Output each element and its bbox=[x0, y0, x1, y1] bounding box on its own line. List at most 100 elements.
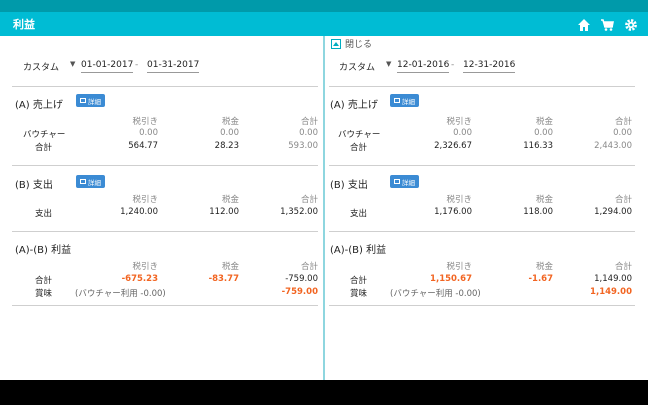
col-tax: 税金 bbox=[535, 262, 553, 272]
list-icon bbox=[80, 179, 86, 184]
date-separator: - bbox=[135, 60, 139, 70]
app-bar: 利益 bbox=[0, 12, 648, 36]
expenses-title: (B) 支出 bbox=[15, 180, 53, 191]
cell-tax: -1.67 bbox=[528, 274, 554, 284]
cell-total: 2,443.00 bbox=[594, 141, 632, 151]
divider bbox=[329, 165, 635, 166]
col-net: 税引き bbox=[446, 195, 472, 205]
close-toggle[interactable]: 閉じる bbox=[331, 37, 372, 50]
cell-net: 1,176.00 bbox=[434, 207, 472, 217]
header-row: 税引き 税金 合計 bbox=[2, 193, 318, 205]
row-label: 支出 bbox=[35, 209, 53, 219]
col-total: 合計 bbox=[614, 262, 632, 272]
cell-net: 2,326.67 bbox=[434, 141, 472, 151]
row-label: バウチャー bbox=[338, 130, 381, 140]
dropdown-caret-icon[interactable]: ▼ bbox=[70, 60, 75, 68]
divider bbox=[12, 165, 318, 166]
cell-tax: 116.33 bbox=[523, 141, 553, 151]
cell-tax: -83.77 bbox=[208, 274, 239, 284]
header-row: 税引き 税金 合計 bbox=[329, 260, 645, 272]
header-row: 税引き 税金 合計 bbox=[329, 115, 645, 127]
collapse-icon bbox=[331, 38, 341, 49]
table-row: バウチャー 0.00 0.00 0.00 bbox=[2, 128, 318, 140]
profit-title: (A)-(B) 利益 bbox=[15, 245, 72, 256]
table-row: 合計 1,150.67 -1.67 1,149.00 bbox=[329, 274, 645, 286]
row-label: バウチャー bbox=[23, 130, 66, 140]
left-panel: カスタム ▼ 01-01-2017 - 01-31-2017 (A) 売上げ 詳… bbox=[2, 36, 318, 380]
table-row: 賞味 (バウチャー利用 -0.00) 1,149.00 bbox=[329, 287, 645, 299]
expenses-detail-button[interactable]: 詳細 bbox=[390, 175, 419, 188]
table-row: 合計 564.77 28.23 593.00 bbox=[2, 141, 318, 153]
divider bbox=[329, 86, 635, 87]
close-label: 閉じる bbox=[345, 40, 373, 50]
date-range: カスタム ▼ 01-01-2017 - 01-31-2017 bbox=[23, 60, 303, 74]
range-type-select[interactable]: カスタム bbox=[339, 60, 375, 73]
header-row: 税引き 税金 合計 bbox=[329, 193, 645, 205]
date-range: カスタム ▼ 12-01-2016 - 12-31-2016 bbox=[339, 60, 619, 74]
voucher-note: (バウチャー利用 -0.00) bbox=[390, 289, 481, 299]
cell-net: 564.77 bbox=[128, 141, 158, 151]
table-row: 支出 1,240.00 112.00 1,352.00 bbox=[2, 207, 318, 219]
cell-total: 0.00 bbox=[613, 128, 632, 138]
start-date-field[interactable]: 01-01-2017 bbox=[81, 60, 134, 73]
row-label: 合計 bbox=[350, 276, 368, 286]
cell-net: 1,240.00 bbox=[120, 207, 158, 217]
cell-net: 0.00 bbox=[139, 128, 158, 138]
sales-detail-button[interactable]: 詳細 bbox=[390, 94, 419, 107]
table-row: 合計 2,326.67 116.33 2,443.00 bbox=[329, 141, 645, 153]
profit-title: (A)-(B) 利益 bbox=[330, 245, 387, 256]
row-label: 支出 bbox=[350, 209, 368, 219]
cell-total: 1,149.00 bbox=[590, 287, 632, 297]
row-label: 合計 bbox=[35, 276, 53, 286]
gear-icon[interactable] bbox=[624, 17, 638, 31]
sales-detail-button[interactable]: 詳細 bbox=[76, 94, 105, 107]
col-total: 合計 bbox=[300, 195, 318, 205]
dropdown-caret-icon[interactable]: ▼ bbox=[386, 60, 391, 68]
home-icon[interactable] bbox=[577, 17, 591, 31]
cell-net: -675.23 bbox=[121, 274, 158, 284]
col-total: 合計 bbox=[300, 117, 318, 127]
divider bbox=[329, 231, 635, 232]
cell-total: 1,149.00 bbox=[594, 274, 632, 284]
start-date-field[interactable]: 12-01-2016 bbox=[397, 60, 450, 73]
col-net: 税引き bbox=[132, 195, 158, 205]
col-net: 税引き bbox=[446, 262, 472, 272]
nav-bar bbox=[0, 380, 648, 405]
divider bbox=[12, 305, 318, 306]
detail-label: 詳細 bbox=[88, 178, 101, 187]
cell-total: 593.00 bbox=[288, 141, 318, 151]
row-label: 合計 bbox=[350, 143, 368, 153]
cell-total: 1,294.00 bbox=[594, 207, 632, 217]
col-tax: 税金 bbox=[221, 195, 239, 205]
range-type-select[interactable]: カスタム bbox=[23, 60, 59, 73]
col-total: 合計 bbox=[300, 262, 318, 272]
expenses-detail-button[interactable]: 詳細 bbox=[76, 175, 105, 188]
cart-icon[interactable] bbox=[600, 17, 614, 31]
list-icon bbox=[394, 179, 400, 184]
col-tax: 税金 bbox=[221, 262, 239, 272]
date-separator: - bbox=[451, 60, 455, 70]
status-bar bbox=[0, 0, 648, 12]
end-date-field[interactable]: 01-31-2017 bbox=[147, 60, 200, 73]
row-label: 賞味 bbox=[35, 289, 53, 299]
divider bbox=[329, 305, 635, 306]
cell-total: -759.00 bbox=[285, 274, 318, 284]
row-label: 賞味 bbox=[350, 289, 368, 299]
table-row: バウチャー 0.00 0.00 0.00 bbox=[329, 128, 645, 140]
col-tax: 税金 bbox=[221, 117, 239, 127]
app-title: 利益 bbox=[13, 18, 35, 31]
col-net: 税引き bbox=[132, 262, 158, 272]
voucher-note: (バウチャー利用 -0.00) bbox=[75, 289, 166, 299]
end-date-field[interactable]: 12-31-2016 bbox=[463, 60, 516, 73]
col-tax: 税金 bbox=[535, 195, 553, 205]
right-panel: 閉じる カスタム ▼ 12-01-2016 - 12-31-2016 (A) 売… bbox=[329, 36, 645, 380]
divider bbox=[12, 231, 318, 232]
row-label: 合計 bbox=[35, 143, 53, 153]
col-net: 税引き bbox=[446, 117, 472, 127]
cell-net: 1,150.67 bbox=[430, 274, 472, 284]
sales-title: (A) 売上げ bbox=[330, 100, 378, 111]
header-row: 税引き 税金 合計 bbox=[2, 260, 318, 272]
cell-total: -759.00 bbox=[281, 287, 318, 297]
detail-label: 詳細 bbox=[88, 97, 101, 106]
expenses-title: (B) 支出 bbox=[330, 180, 368, 191]
